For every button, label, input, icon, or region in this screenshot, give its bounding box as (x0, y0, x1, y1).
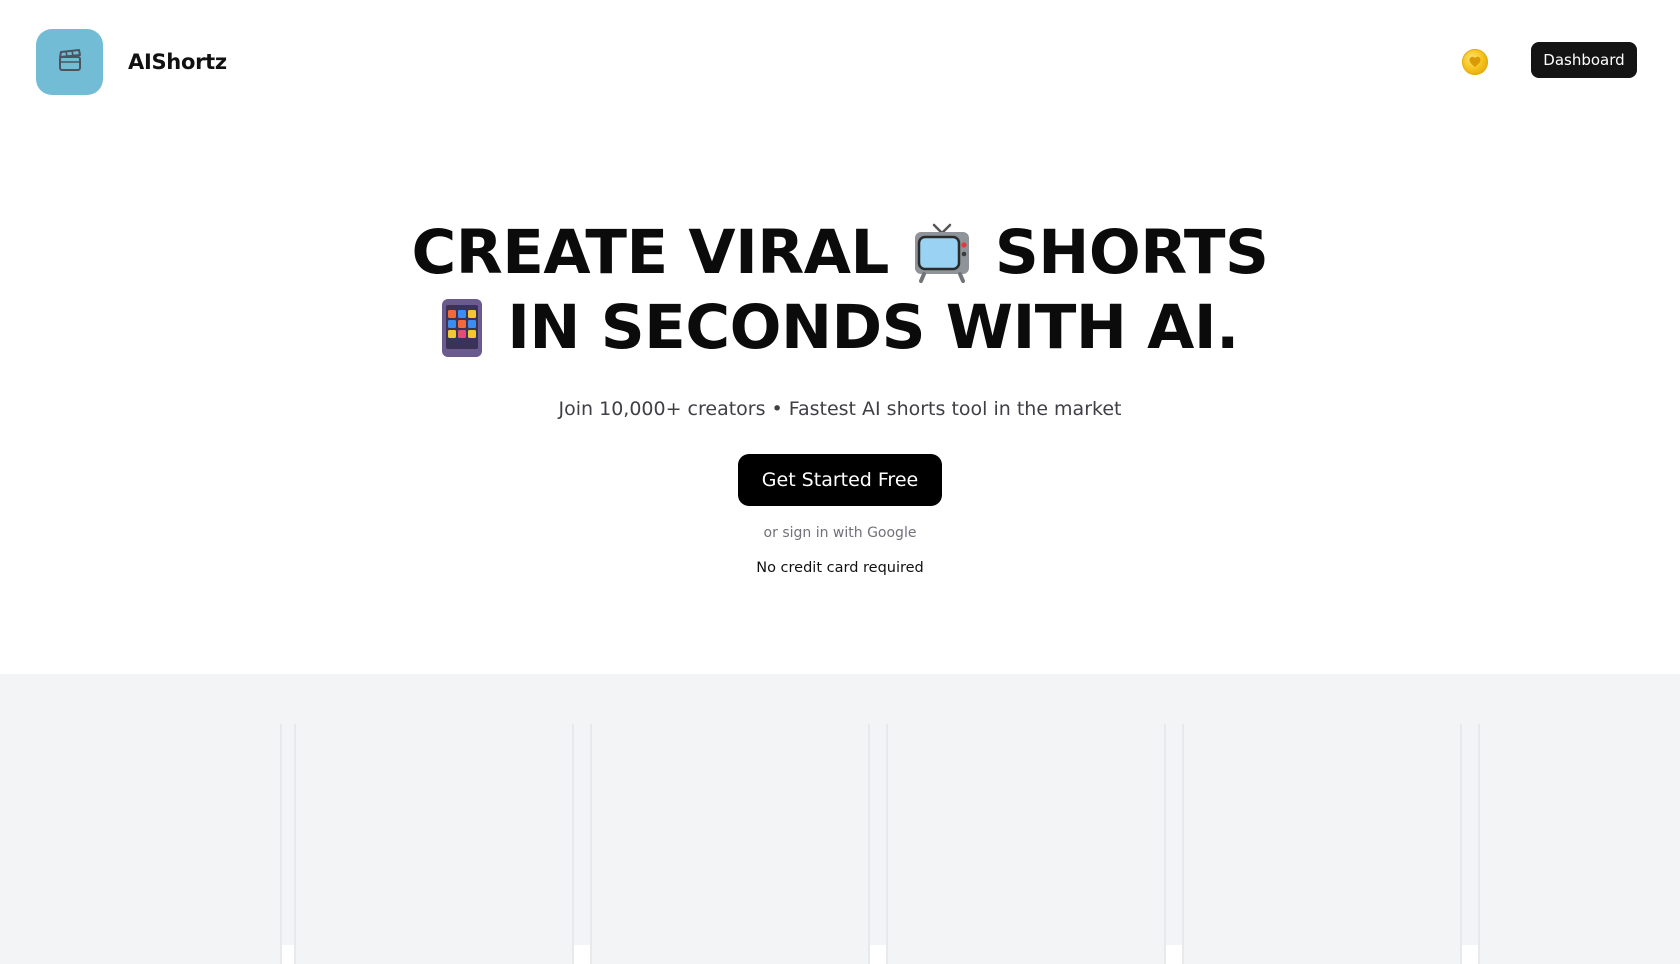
gallery-card[interactable] (294, 724, 574, 964)
gallery-card[interactable] (0, 724, 282, 964)
headline-line-2: IN SECONDS WITH AI. (0, 291, 1680, 365)
tv-icon (913, 223, 971, 283)
coin-icon[interactable] (1462, 49, 1488, 75)
logo[interactable] (36, 29, 103, 95)
dashboard-button[interactable]: Dashboard (1531, 42, 1637, 78)
get-started-button[interactable]: Get Started Free (738, 454, 942, 506)
gallery-card[interactable] (590, 724, 870, 964)
gallery-card[interactable] (1478, 724, 1680, 964)
gallery-card[interactable] (886, 724, 1166, 964)
gallery-card[interactable] (1182, 724, 1462, 964)
hero-section: CREATE VIRAL SHORTS IN SECONDS WITH AI. … (0, 124, 1680, 674)
shorts-gallery (0, 674, 1680, 964)
no-credit-card-note: No credit card required (756, 560, 924, 576)
headline-line-1: CREATE VIRAL SHORTS (0, 216, 1680, 290)
google-signin-link: or sign in with Google (0, 523, 1680, 543)
phone-apps-icon (441, 298, 483, 358)
headline-text-shorts: SHORTS (994, 217, 1269, 288)
clapperboard-icon (57, 48, 83, 76)
brand-name[interactable]: AIShortz (128, 47, 227, 77)
site-header: AIShortz Dashboard (0, 0, 1680, 124)
hero-subtitle: Join 10,000+ creators • Fastest AI short… (558, 398, 1122, 420)
google-signin-text[interactable]: or sign in with Google (764, 525, 917, 541)
headline-text-in-seconds: IN SECONDS WITH AI. (507, 292, 1239, 363)
headline-text-create-viral: CREATE VIRAL (411, 217, 890, 288)
